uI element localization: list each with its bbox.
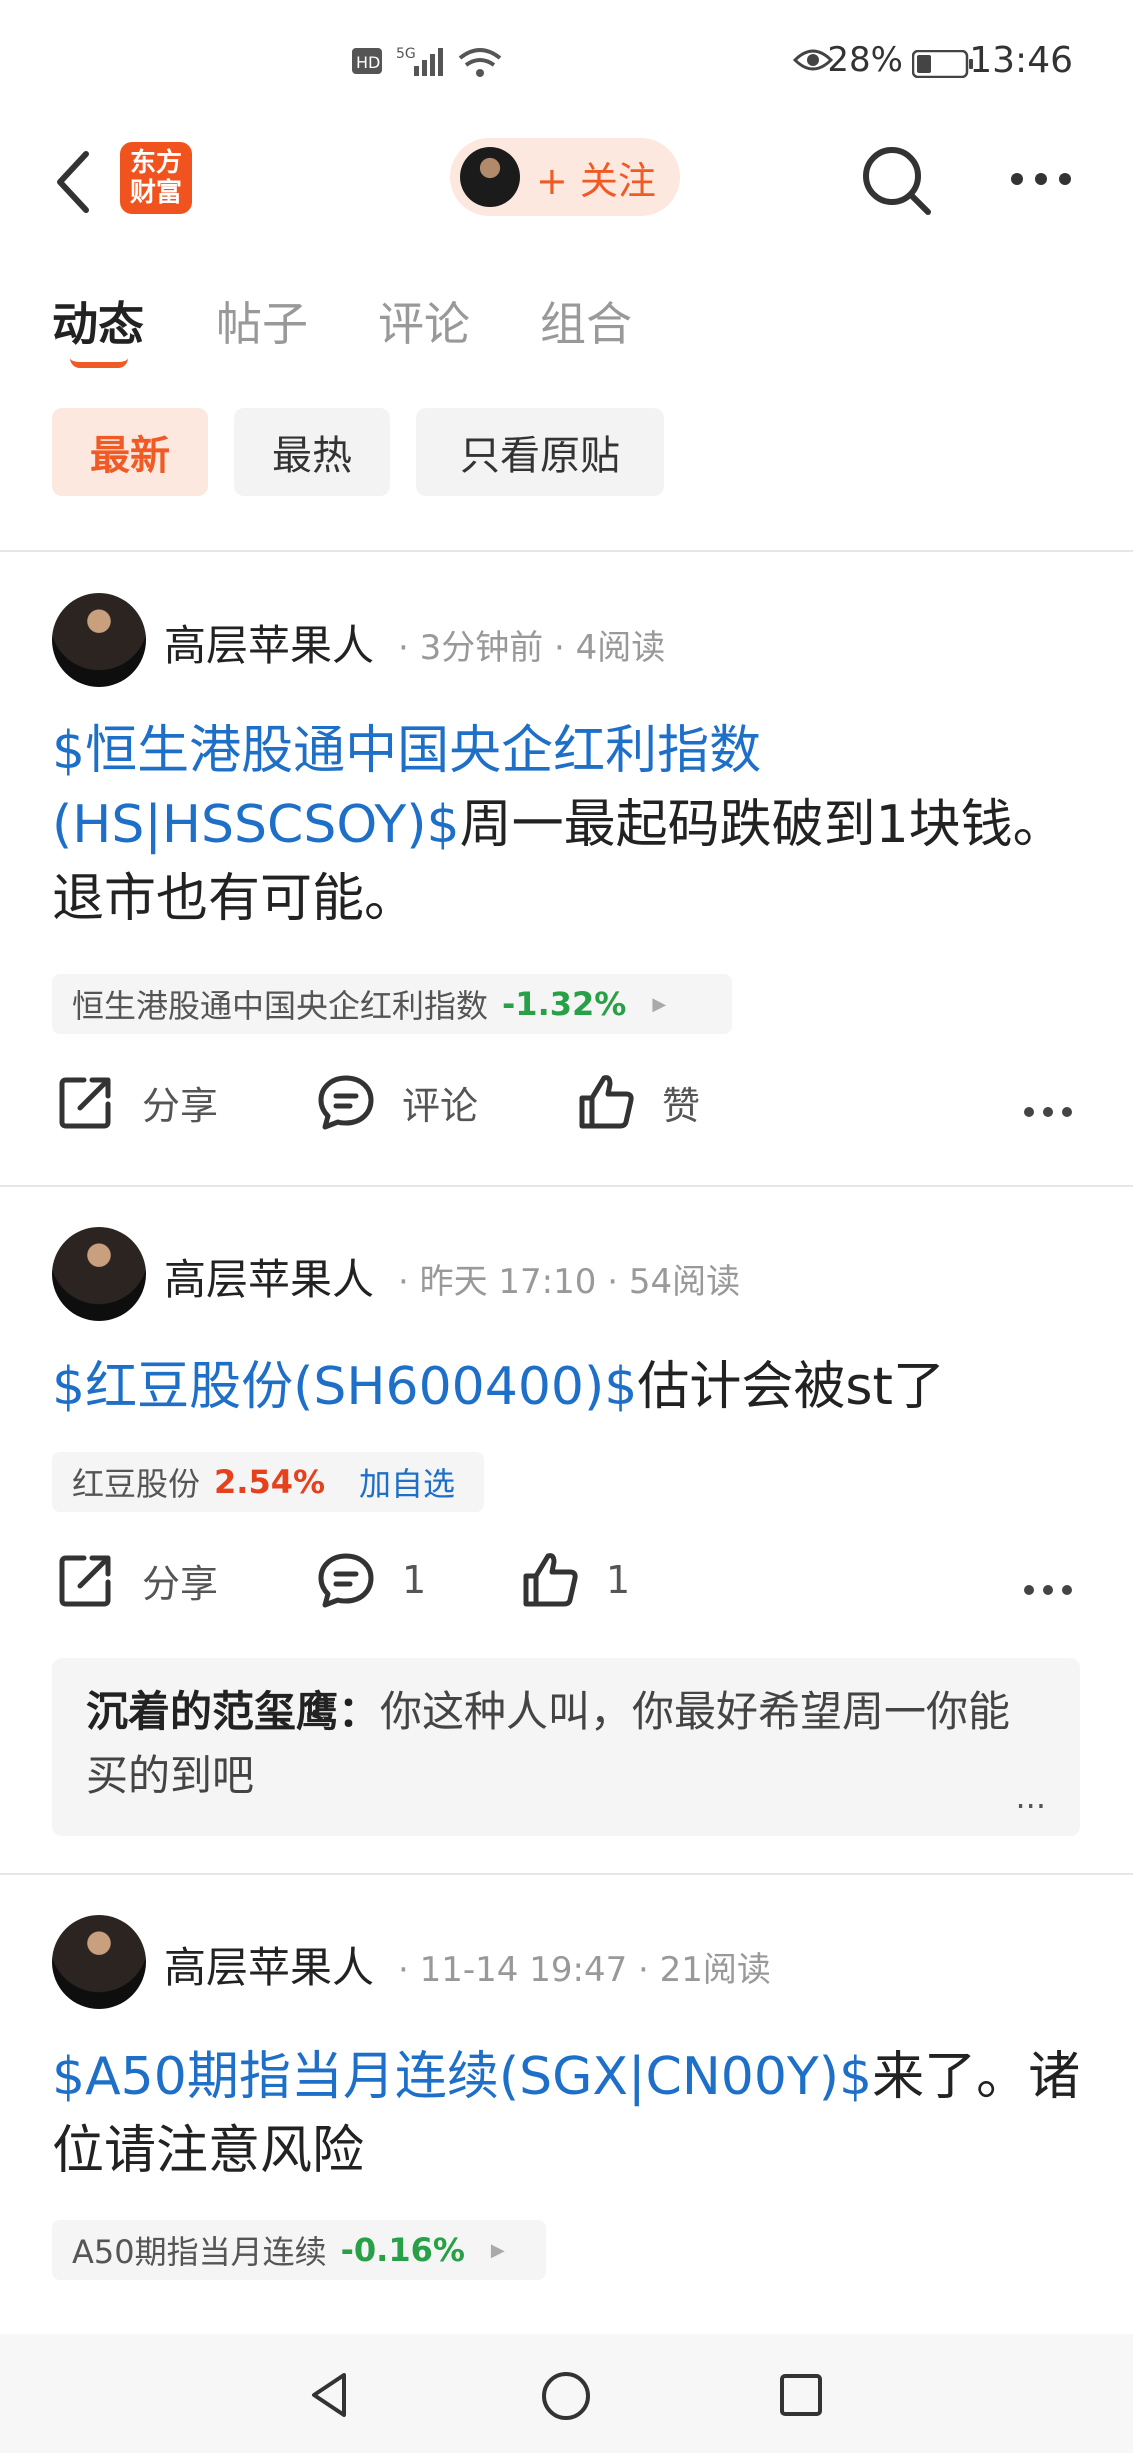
thumbs-up-icon [579, 1075, 634, 1129]
post-actions: 分享 评论 赞 [0, 1072, 1133, 1152]
share-button[interactable]: 分享 [56, 1550, 218, 1610]
post-meta: · 昨天 17:10 · 54阅读 [398, 1262, 741, 1302]
more-icon[interactable] [1023, 1584, 1073, 1596]
stock-name: A50期指当月连续 [72, 2233, 327, 2271]
back-arrow-icon[interactable] [50, 150, 100, 214]
tab-activity[interactable]: 动态 [52, 288, 144, 354]
tab-bar: 动态 帖子 评论 组合 [0, 270, 1133, 370]
filter-original-only[interactable]: 只看原贴 [416, 408, 664, 496]
svg-text:HD: HD [356, 53, 380, 72]
comment-button[interactable]: 1 [316, 1550, 426, 1610]
triangle-right-icon: ▶ [652, 993, 667, 1015]
more-icon[interactable] [1023, 1106, 1073, 1118]
post-content[interactable]: $红豆股份(SH600400)$估计会被st了 [52, 1350, 1082, 1424]
status-bar: HD 5G 28% 13:46 [0, 0, 1133, 120]
avatar[interactable] [52, 593, 146, 687]
stock-tag[interactable]: 恒生港股通中国央企红利指数 -1.32% ▶ [52, 974, 732, 1034]
reply-more[interactable]: ... [1015, 1778, 1046, 1816]
post-actions: 分享 1 1 [0, 1550, 1133, 1630]
avatar[interactable] [52, 1915, 146, 2009]
post-username[interactable]: 高层苹果人 [164, 1934, 374, 1995]
filter-latest[interactable]: 最新 [52, 408, 208, 496]
post-content[interactable]: $恒生港股通中国央企红利指数(HS|HSSCSOY)$周一最起码跌破到1块钱。退… [52, 714, 1082, 936]
stock-change: 2.54% [214, 1463, 326, 1501]
app-logo[interactable]: 东方 财富 [120, 142, 192, 214]
recents-square-icon[interactable] [778, 2372, 824, 2418]
network-signal-icon: HD 5G [352, 46, 502, 77]
search-icon[interactable] [860, 144, 934, 218]
share-icon [59, 1555, 111, 1607]
clock: 13:46 [969, 40, 1073, 81]
stock-tag[interactable]: A50期指当月连续 -0.16% ▶ [52, 2220, 546, 2280]
comment-icon [318, 1553, 374, 1608]
avatar[interactable] [52, 1227, 146, 1321]
tab-comments[interactable]: 评论 [378, 288, 470, 354]
follow-label: + 关注 [536, 158, 656, 203]
triangle-right-icon: ▶ [490, 2239, 505, 2261]
top-nav: 东方 财富 + 关注 [0, 120, 1133, 250]
divider [0, 550, 1133, 552]
follow-button[interactable]: + 关注 [450, 138, 680, 216]
battery-percent: 28% [827, 40, 903, 80]
stock-name: 红豆股份 [72, 1465, 201, 1503]
reply-preview[interactable]: 沉着的范玺鹰：你这种人叫，你最好希望周一你能买的到吧 ... [52, 1658, 1080, 1836]
filter-hot[interactable]: 最热 [234, 408, 390, 496]
tab-active-indicator [70, 358, 128, 368]
battery-icon [912, 50, 973, 78]
like-button[interactable]: 赞 [576, 1072, 700, 1132]
post-username[interactable]: 高层苹果人 [164, 1246, 374, 1307]
more-options-icon[interactable] [1008, 170, 1074, 188]
thumbs-up-icon [523, 1553, 578, 1607]
post-meta: · 3分钟前 · 4阅读 [398, 628, 666, 668]
back-triangle-icon[interactable] [306, 2370, 352, 2420]
home-circle-icon[interactable] [540, 2370, 592, 2422]
divider [0, 1185, 1133, 1187]
comment-button[interactable]: 评论 [316, 1072, 478, 1132]
svg-text:5G: 5G [396, 46, 416, 62]
tab-posts[interactable]: 帖子 [216, 288, 308, 354]
add-watchlist-link[interactable]: 加自选 [359, 1459, 455, 1505]
share-button[interactable]: 分享 [56, 1072, 218, 1132]
tab-portfolio[interactable]: 组合 [540, 288, 632, 354]
stock-link[interactable]: $红豆股份(SH600400)$ [52, 1357, 637, 1417]
post-username[interactable]: 高层苹果人 [164, 612, 374, 673]
post-body: 估计会被st了 [637, 1357, 945, 1417]
stock-tag[interactable]: 红豆股份 2.54% 加自选 [52, 1452, 484, 1512]
avatar [460, 147, 520, 207]
stock-change: -0.16% [340, 2231, 465, 2269]
post-meta: · 11-14 19:47 · 21阅读 [398, 1950, 771, 1990]
post-content[interactable]: $A50期指当月连续(SGX|CN00Y)$来了。诸位请注意风险 [52, 2040, 1082, 2188]
share-icon [59, 1077, 111, 1129]
stock-link[interactable]: $A50期指当月连续(SGX|CN00Y)$ [52, 2047, 872, 2107]
comment-icon [318, 1075, 374, 1130]
like-button[interactable]: 1 [520, 1550, 630, 1610]
stock-change: -1.32% [502, 985, 627, 1023]
divider [0, 1873, 1133, 1875]
reply-username[interactable]: 沉着的范玺鹰： [86, 1687, 380, 1736]
system-nav-bar [0, 2334, 1133, 2453]
stock-name: 恒生港股通中国央企红利指数 [72, 987, 489, 1025]
